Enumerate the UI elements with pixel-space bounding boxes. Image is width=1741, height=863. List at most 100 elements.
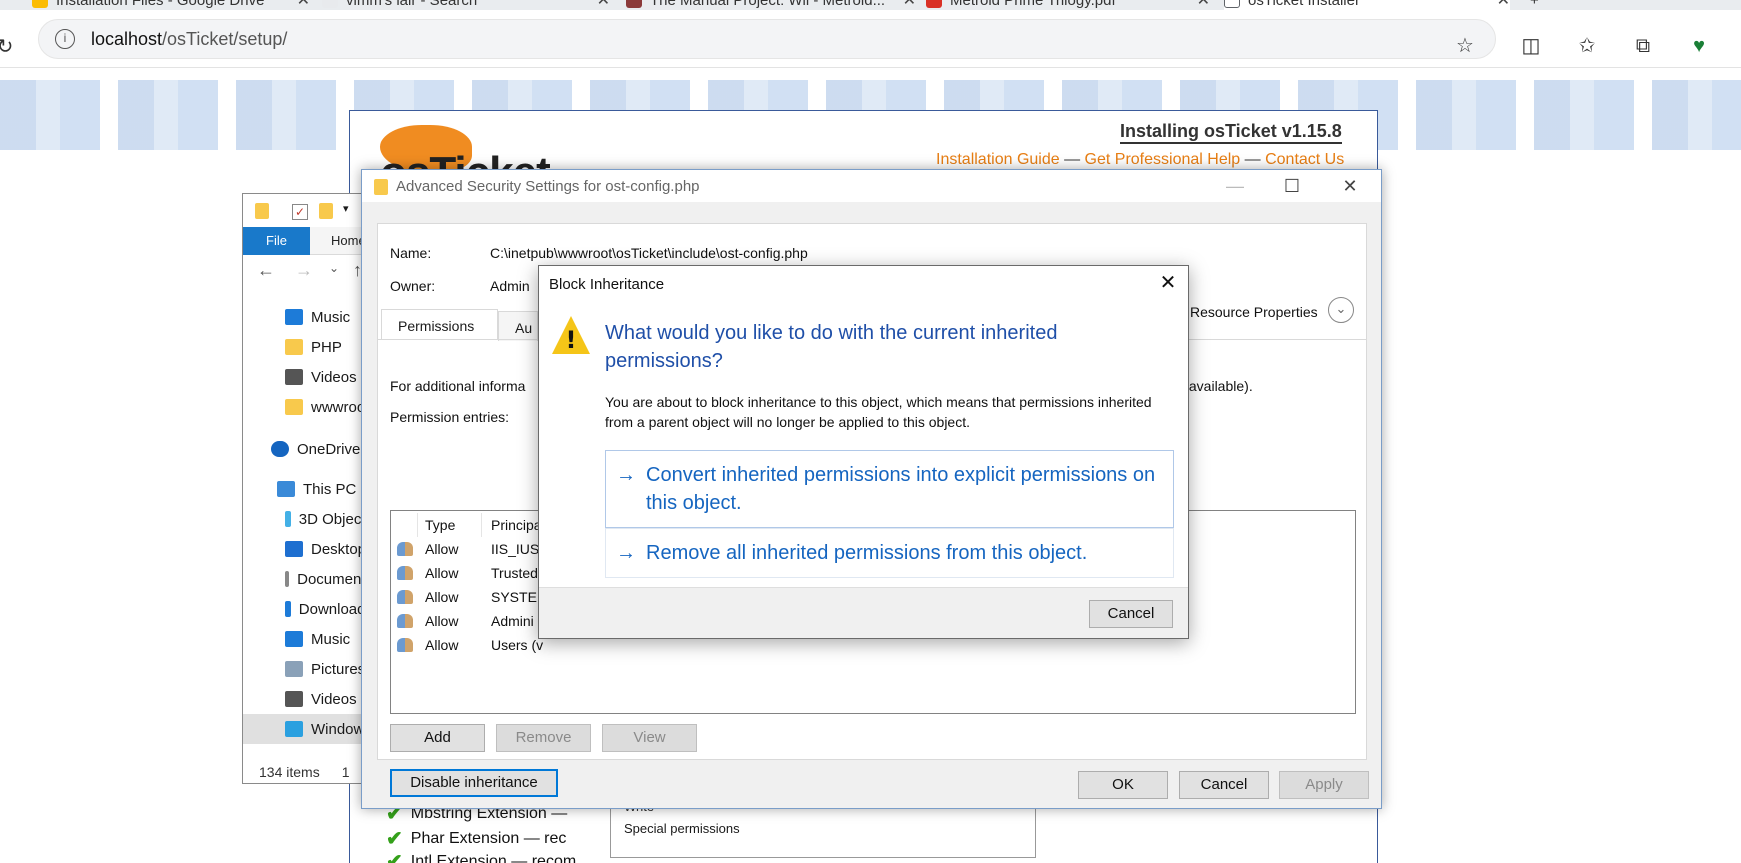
close-tab-icon[interactable]: ✕ — [903, 0, 916, 10]
split-screen-icon[interactable]: ◫ — [1520, 35, 1542, 57]
tab-file[interactable]: File — [243, 227, 310, 255]
back-arrow-icon[interactable]: ← — [257, 260, 275, 281]
tab-metroid-pdf[interactable]: Metroid Prime Trilogy.pdf ✕ — [926, 0, 1210, 10]
folder-icon — [255, 203, 269, 219]
folder-icon — [374, 179, 388, 195]
url-path: /osTicket/setup/ — [162, 28, 288, 49]
row-type: Allow — [425, 565, 459, 581]
pdf-icon — [926, 0, 942, 8]
tab-osticket-installer[interactable]: osTicket Installer ✕ — [1224, 0, 1510, 10]
row-type: Allow — [425, 541, 459, 557]
close-tab-icon[interactable]: ✕ — [597, 0, 610, 10]
close-tab-icon[interactable]: ✕ — [1497, 0, 1510, 10]
column-divider — [417, 513, 418, 537]
sidebar-item-windows[interactable]: Windows — [243, 714, 371, 744]
sidebar-item-videos[interactable]: Videos — [243, 684, 371, 714]
remove-button[interactable]: Remove — [496, 724, 591, 752]
professional-help-link[interactable]: Get Professional Help — [1085, 151, 1241, 168]
videos-icon — [285, 369, 303, 385]
window-title: Advanced Security Settings for ost-confi… — [396, 178, 700, 195]
dialog-question: What would you like to do with the curre… — [605, 322, 1058, 372]
resource-properties-label: Resource Properties — [1190, 304, 1318, 320]
expand-chevron-icon[interactable]: ⌄ — [1328, 297, 1354, 323]
column-type[interactable]: Type — [425, 517, 455, 533]
sidebar-item-this-pc[interactable]: This PC — [243, 474, 371, 504]
disable-inheritance-button[interactable]: Disable inheritance — [390, 769, 558, 797]
close-tab-icon[interactable]: ✕ — [297, 0, 310, 10]
ok-button[interactable]: OK — [1078, 771, 1168, 799]
tab-vimms-lair[interactable]: vimm's lair - Search ✕ — [322, 0, 610, 10]
add-button[interactable]: Add — [390, 724, 485, 752]
refresh-icon[interactable]: ↻ — [0, 36, 16, 58]
row-principal: Admini — [491, 613, 534, 629]
sidebar-item-music[interactable]: Music — [243, 624, 371, 654]
tab-auditing[interactable]: Au — [498, 311, 538, 341]
tab-google-drive[interactable]: Installation Files - Google Drive ✕ — [32, 0, 310, 10]
recent-locations-icon[interactable]: ⌄ — [329, 261, 339, 275]
cancel-button[interactable]: Cancel — [1089, 600, 1173, 628]
minimize-icon[interactable]: — — [1212, 173, 1258, 199]
this-pc-icon — [277, 481, 295, 497]
forward-arrow-icon[interactable]: → — [295, 260, 313, 281]
close-icon[interactable]: ✕ — [1327, 173, 1373, 199]
dialog-title: Block Inheritance — [549, 276, 665, 293]
tab-manual-project[interactable]: The Manual Project: Wii - Metroid... ✕ — [626, 0, 916, 10]
warning-exclamation: ! — [565, 326, 577, 354]
sidebar-item-desktop[interactable]: Desktop — [243, 534, 371, 564]
column-divider — [481, 513, 482, 537]
dialog-description: You are about to block inheritance to th… — [605, 394, 1152, 430]
address-bar[interactable]: i localhost/osTicket/setup/ — [38, 19, 1496, 59]
additional-info-text: For additional informa — [390, 378, 526, 394]
perm-special-label: Special permissions — [624, 821, 740, 836]
collections-icon[interactable]: ⧉ — [1632, 35, 1654, 57]
prereq-phar: ✔ Phar Extension — rec — [386, 826, 566, 851]
sidebar-item-php[interactable]: PHP — [243, 332, 371, 362]
status-bar: 134 items 1 — [243, 759, 371, 783]
properties-icon[interactable]: ✓ — [292, 204, 308, 220]
browser-essentials-icon[interactable]: ♥ — [1688, 35, 1710, 57]
block-inheritance-dialog: Block Inheritance ✕ ! What would you lik… — [538, 265, 1189, 639]
close-icon[interactable]: ✕ — [1151, 270, 1185, 296]
header-links: Installation Guide — Get Professional He… — [936, 151, 1344, 169]
sidebar-item-wwwroot[interactable]: wwwroot — [243, 392, 371, 422]
dropdown-arrow-icon[interactable]: ▾ — [343, 202, 349, 215]
column-principal[interactable]: Principa — [491, 517, 542, 533]
videos-icon — [285, 691, 303, 707]
sidebar-item-videos[interactable]: Videos — [243, 362, 371, 392]
sidebar-item-onedrive[interactable]: OneDrive — [243, 434, 371, 464]
close-tab-icon[interactable]: ✕ — [1197, 0, 1210, 10]
users-icon — [397, 542, 413, 556]
additional-info-tail: if available). — [1178, 378, 1253, 394]
favorites-icon[interactable]: ✩ — [1576, 35, 1598, 57]
arrow-right-icon: → — [616, 464, 636, 486]
sidebar-item-3d-objects[interactable]: 3D Objects — [243, 504, 371, 534]
convert-permissions-option[interactable]: → Convert inherited permissions into exp… — [605, 450, 1174, 528]
owner-label: Owner: — [390, 278, 436, 294]
pictures-icon — [285, 661, 303, 677]
tab-permissions[interactable]: Permissions — [381, 309, 498, 339]
view-button[interactable]: View — [602, 724, 697, 752]
sidebar-item-music[interactable]: Music — [243, 302, 371, 332]
cancel-button[interactable]: Cancel — [1179, 771, 1269, 799]
row-type: Allow — [425, 637, 459, 653]
contact-us-link[interactable]: Contact Us — [1265, 151, 1344, 168]
ribbon-tabs: File Home — [243, 227, 371, 255]
new-tab-button[interactable]: + — [1530, 0, 1550, 10]
sidebar-item-documents[interactable]: Documents — [243, 564, 371, 594]
installation-guide-link[interactable]: Installation Guide — [936, 151, 1060, 168]
favorite-star-icon[interactable]: ☆ — [1454, 35, 1476, 57]
sidebar-item-pictures[interactable]: Pictures — [243, 654, 371, 684]
apply-button[interactable]: Apply — [1279, 771, 1369, 799]
selected-count: 1 — [341, 764, 350, 780]
tab-label: The Manual Project: Wii - Metroid... — [650, 0, 886, 9]
sidebar-item-downloads[interactable]: Downloads — [243, 594, 371, 624]
tab-permissions-label: Permissions — [398, 318, 475, 334]
remove-permissions-option[interactable]: → Remove all inherited permissions from … — [605, 528, 1174, 578]
maximize-icon[interactable]: ☐ — [1269, 173, 1315, 199]
folder-icon — [285, 339, 303, 355]
row-principal: Users (v — [491, 637, 544, 653]
site-info-icon[interactable]: i — [55, 29, 75, 49]
new-folder-icon[interactable] — [319, 203, 333, 219]
browser-tab-strip: Installation Files - Google Drive ✕ vimm… — [0, 0, 1741, 10]
checkmark-icon: ✔ — [386, 828, 403, 850]
